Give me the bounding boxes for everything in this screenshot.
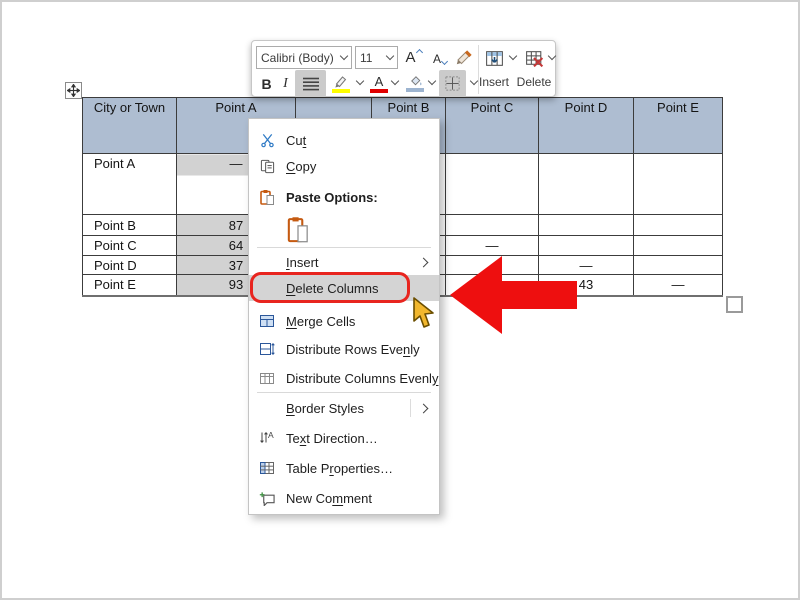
table-cell[interactable] — [539, 215, 634, 236]
justify-button[interactable] — [295, 70, 326, 97]
bold-button[interactable]: B — [257, 71, 276, 96]
shading-chevron-icon[interactable] — [428, 77, 436, 85]
word-document-canvas: City or Town Point A Point B Point C Poi… — [0, 0, 800, 600]
distribute-columns-icon — [257, 368, 277, 388]
table-header-cell[interactable]: City or Town — [83, 98, 177, 154]
paste-clipboard-icon — [286, 214, 310, 244]
menu-item-table-properties[interactable]: Table Properties… — [249, 455, 439, 481]
svg-text:A: A — [268, 430, 274, 440]
menu-item-new-comment[interactable]: New Comment — [249, 485, 439, 511]
new-comment-icon — [257, 488, 277, 508]
paint-bucket-icon — [408, 75, 423, 87]
mini-toolbar: Calibri (Body) 11 A A — [251, 40, 556, 97]
insert-rows-icon — [484, 48, 505, 69]
insert-table-button[interactable] — [482, 47, 506, 69]
split-separator — [410, 399, 411, 417]
menu-item-distribute-rows[interactable]: Distribute Rows Evenly — [249, 336, 439, 362]
table-move-handle[interactable] — [65, 82, 82, 99]
shading-swatch — [406, 88, 424, 92]
delete-table-icon — [524, 48, 545, 69]
menu-item-paste-options: Paste Options: — [249, 184, 439, 210]
menu-item-distribute-columns[interactable]: Distribute Columns Evenly — [249, 365, 439, 391]
table-header-cell[interactable]: Point C — [446, 98, 539, 154]
menu-separator — [257, 392, 431, 393]
table-cell[interactable] — [446, 154, 539, 215]
font-name-dropdown[interactable]: Calibri (Body) — [256, 46, 352, 69]
table-cell[interactable] — [634, 236, 723, 256]
insert-dropdown-chevron-icon[interactable] — [509, 52, 517, 60]
menu-item-text-direction[interactable]: A Text Direction… — [249, 425, 439, 451]
red-arrow-annotation — [448, 252, 580, 338]
format-painter-icon — [455, 49, 473, 67]
paste-options-label: Paste Options: — [286, 190, 378, 205]
table-cell[interactable] — [634, 215, 723, 236]
highlight-color-button[interactable] — [329, 71, 353, 96]
menu-item-cut[interactable]: Cut — [249, 127, 439, 153]
menu-item-border-styles[interactable]: Border Styles — [249, 395, 439, 421]
table-cell[interactable] — [446, 215, 539, 236]
table-cell[interactable]: Point C — [83, 236, 177, 256]
table-cell[interactable] — [539, 154, 634, 215]
submenu-arrow-icon — [419, 257, 429, 267]
mouse-cursor — [412, 297, 436, 329]
merge-cells-icon — [257, 311, 277, 331]
table-resize-handle[interactable] — [726, 296, 743, 313]
highlight-swatch — [332, 89, 350, 93]
table-header-cell[interactable]: Point E — [634, 98, 723, 154]
borders-button[interactable] — [439, 70, 466, 97]
table-cell[interactable]: — — [634, 275, 723, 296]
shrink-font-button[interactable]: A — [429, 48, 451, 69]
copy-icon — [257, 156, 277, 176]
grow-font-button[interactable]: A — [402, 46, 425, 69]
table-cell[interactable]: Point B — [83, 215, 177, 236]
clipboard-icon — [257, 187, 277, 207]
delete-table-button[interactable] — [522, 47, 546, 69]
chevron-down-icon — [386, 52, 394, 60]
font-color-button[interactable]: A — [368, 71, 390, 96]
menu-item-merge-cells[interactable]: Merge Cells — [249, 308, 439, 334]
font-size-dropdown[interactable]: 11 — [355, 46, 398, 69]
move-arrows-icon — [67, 84, 80, 97]
chevron-down-icon — [340, 52, 348, 60]
font-name-value: Calibri (Body) — [261, 51, 341, 65]
distribute-rows-icon — [257, 339, 277, 359]
caret-down-icon — [441, 58, 448, 65]
menu-item-copy[interactable]: Copy — [249, 153, 439, 179]
insert-label: Insert — [476, 75, 512, 89]
shading-button[interactable] — [403, 71, 427, 96]
font-color-swatch — [370, 89, 388, 93]
justify-icon — [302, 77, 320, 91]
submenu-arrow-icon — [419, 403, 429, 413]
highlighter-icon — [333, 75, 349, 88]
font-size-value: 11 — [360, 51, 387, 65]
paste-option-keep-source[interactable] — [249, 212, 439, 246]
table-cell[interactable]: Point A — [83, 154, 177, 215]
text-direction-icon: A — [257, 428, 277, 448]
format-painter-button[interactable] — [453, 46, 475, 69]
delete-dropdown-chevron-icon[interactable] — [548, 52, 556, 60]
table-cell[interactable] — [634, 154, 723, 215]
table-cell[interactable] — [634, 256, 723, 275]
red-highlight-circle — [250, 272, 410, 303]
table-properties-icon — [257, 458, 277, 478]
font-color-chevron-icon[interactable] — [391, 77, 399, 85]
table-cell[interactable]: Point D — [83, 256, 177, 275]
highlight-chevron-icon[interactable] — [356, 77, 364, 85]
caret-up-icon — [415, 49, 422, 56]
menu-separator — [257, 247, 431, 248]
italic-button[interactable]: I — [278, 71, 293, 96]
delete-label: Delete — [516, 75, 552, 89]
table-header-cell[interactable]: Point D — [539, 98, 634, 154]
table-cell[interactable]: Point E — [83, 275, 177, 296]
borders-grid-icon — [444, 75, 461, 92]
cut-icon — [257, 130, 277, 150]
